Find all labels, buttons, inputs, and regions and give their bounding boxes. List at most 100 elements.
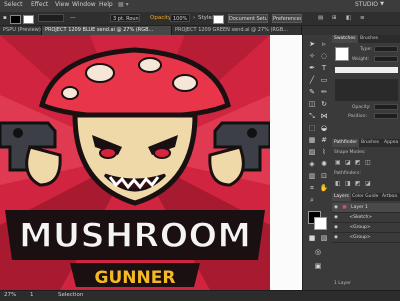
weight-field[interactable]: [374, 56, 398, 62]
layer-name[interactable]: <Group>: [349, 235, 370, 240]
canvas[interactable]: MUSHROOM GUNNER: [0, 35, 302, 290]
opacity-field[interactable]: 100%: [170, 14, 190, 22]
menu-window[interactable]: Window: [72, 1, 96, 8]
document-setup-button[interactable]: Document Setup: [228, 14, 268, 23]
artboard-navigation[interactable]: 1: [30, 292, 34, 298]
scale-tool-icon[interactable]: ⤡: [307, 111, 317, 121]
rotate-tool-icon[interactable]: ↻: [319, 99, 329, 109]
blend-tool-icon[interactable]: ◈: [307, 159, 317, 169]
visibility-eye-icon[interactable]: ◉: [334, 215, 338, 220]
minus-front-icon[interactable]: ◪: [345, 159, 351, 166]
workspace-switcher[interactable]: STUDIO: [355, 1, 378, 8]
gradient-slider[interactable]: [335, 67, 398, 73]
shape-modes-label: Shape Modes:: [334, 150, 366, 155]
tab-brushes[interactable]: Brushes: [358, 35, 380, 43]
pen-tool-icon[interactable]: ✒: [307, 63, 317, 73]
transform-icon[interactable]: ⊞: [332, 15, 337, 21]
layer-row[interactable]: ◉ <Sketch>: [332, 213, 400, 223]
gradient-mode-icon[interactable]: ▧: [319, 233, 329, 243]
gradient-swatch[interactable]: [335, 47, 349, 61]
zoom-level[interactable]: 27%: [4, 292, 16, 298]
layer-row[interactable]: ◉ ■ Layer 1: [332, 203, 400, 213]
isolate-icon[interactable]: ◧: [346, 15, 351, 21]
stroke-swatch[interactable]: [23, 15, 34, 24]
preferences-button[interactable]: Preferences: [272, 14, 302, 23]
shape-builder-tool-icon[interactable]: ◒: [319, 123, 329, 133]
artboard[interactable]: MUSHROOM GUNNER: [0, 35, 270, 290]
column-graph-tool-icon[interactable]: ▥: [307, 171, 317, 181]
fill-swatch[interactable]: [10, 15, 21, 24]
pencil-tool-icon[interactable]: ✏: [319, 87, 329, 97]
tab-brushes-2[interactable]: Brushes: [359, 139, 381, 147]
lasso-tool-icon[interactable]: ◌: [319, 51, 329, 61]
free-transform-tool-icon[interactable]: ⬚: [307, 123, 317, 133]
doc-tab-preview[interactable]: PSPU (Preview): [0, 26, 42, 35]
right-eye: [153, 147, 171, 159]
tab-pathfinder[interactable]: Pathfinder: [332, 139, 360, 147]
crop-icon[interactable]: ◪: [365, 180, 371, 187]
drawing-mode-icon[interactable]: ◎: [313, 247, 323, 257]
merge-icon[interactable]: ◩: [355, 180, 361, 187]
panel-menu-icon[interactable]: ≡: [360, 15, 365, 21]
visibility-eye-icon[interactable]: ◉: [334, 225, 338, 230]
layer-row[interactable]: ◉ <Group>: [332, 223, 400, 233]
layer-row[interactable]: ◉ <Group>: [332, 233, 400, 243]
selection-tool-icon[interactable]: ➤: [307, 39, 317, 49]
rectangle-tool-icon[interactable]: ▭: [319, 75, 329, 85]
arrange-documents-icon[interactable]: ▦ ▾: [118, 1, 129, 8]
pasteboard-white[interactable]: [270, 35, 302, 290]
artboard-tool-icon[interactable]: ⊡: [319, 171, 329, 181]
type-tool-icon[interactable]: T: [319, 63, 329, 73]
direct-selection-tool-icon[interactable]: ▹: [319, 39, 329, 49]
tab-artboards[interactable]: Artboa: [380, 193, 399, 201]
pathfinder-panel-tabs: Pathfinder Brushes Appea: [332, 139, 400, 147]
tab-appearance[interactable]: Appea: [382, 139, 400, 147]
tab-swatches[interactable]: Swatches: [332, 35, 358, 43]
eraser-tool-icon[interactable]: ◫: [307, 99, 317, 109]
tab-color-guide[interactable]: Color Guide: [350, 193, 380, 201]
perspective-grid-tool-icon[interactable]: ▦: [307, 135, 317, 145]
hand-tool-icon[interactable]: ✋: [319, 183, 329, 193]
menu-effect[interactable]: Effect: [31, 1, 48, 8]
graphic-style-swatch[interactable]: [213, 15, 224, 24]
trim-icon[interactable]: ◨: [345, 180, 351, 187]
brush-definition-select[interactable]: 3 pt. Round: [110, 14, 140, 22]
align-icon[interactable]: ▤: [318, 15, 323, 21]
visibility-eye-icon[interactable]: ◉: [334, 205, 338, 210]
zoom-tool-icon[interactable]: ⌕: [307, 195, 317, 205]
layer-name[interactable]: Layer 1: [351, 205, 368, 210]
intersect-icon[interactable]: ◩: [355, 159, 361, 166]
variable-width-icon[interactable]: —: [70, 15, 76, 21]
line-tool-icon[interactable]: ╱: [307, 75, 317, 85]
doc-tab-blue[interactable]: PROJECT 1209 BLUE send.ai @ 27% (RGB...: [42, 26, 172, 35]
layer-name[interactable]: <Group>: [349, 225, 370, 230]
menu-help[interactable]: Help: [99, 1, 113, 8]
stroke-color-box[interactable]: [314, 217, 327, 230]
opacity-field[interactable]: [374, 104, 398, 110]
opacity-chevron-icon[interactable]: ›: [193, 15, 195, 21]
color-mode-icon[interactable]: ■: [307, 233, 317, 243]
eyedropper-tool-icon[interactable]: ⌇: [319, 147, 329, 157]
symbol-sprayer-tool-icon[interactable]: ✺: [319, 159, 329, 169]
gradient-tool-icon[interactable]: ▨: [307, 147, 317, 157]
width-tool-icon[interactable]: ⋈: [319, 111, 329, 121]
position-field[interactable]: [374, 113, 398, 119]
type-select[interactable]: [374, 46, 398, 52]
divide-icon[interactable]: ◧: [335, 180, 341, 187]
screen-mode-icon[interactable]: ▣: [313, 261, 323, 271]
current-tool-status[interactable]: Selection: [58, 292, 83, 298]
exclude-icon[interactable]: ◫: [365, 159, 371, 166]
tab-layers[interactable]: Layers: [332, 193, 351, 201]
layer-name[interactable]: <Sketch>: [349, 215, 372, 220]
visibility-eye-icon[interactable]: ◉: [334, 235, 338, 240]
menu-view[interactable]: View: [55, 1, 69, 8]
slice-tool-icon[interactable]: ⌗: [307, 183, 317, 193]
stroke-weight-field[interactable]: [38, 14, 64, 22]
unite-icon[interactable]: ▣: [335, 159, 341, 166]
doc-tab-green[interactable]: PROJECT 1209 GREEN send.ai @ 27% (RGB...: [172, 26, 302, 35]
mesh-tool-icon[interactable]: #: [319, 135, 329, 145]
paintbrush-tool-icon[interactable]: ✎: [307, 87, 317, 97]
chevron-down-icon[interactable]: ▼: [380, 1, 384, 7]
magic-wand-tool-icon[interactable]: ✧: [307, 51, 317, 61]
menu-select[interactable]: Select: [4, 1, 23, 8]
